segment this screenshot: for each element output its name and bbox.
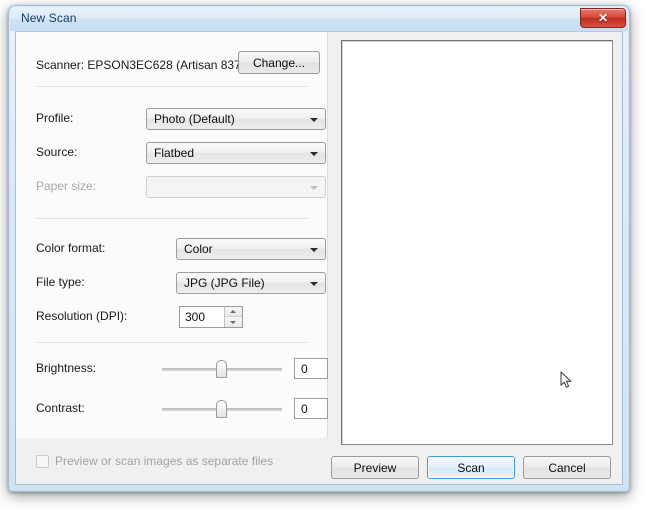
color-format-combobox[interactable]: Color	[176, 238, 326, 260]
mouse-cursor-icon	[560, 371, 572, 388]
separator-3	[36, 342, 308, 343]
resolution-value: 300	[185, 310, 206, 324]
paper-size-label: Paper size:	[36, 179, 97, 193]
file-type-label: File type:	[36, 275, 85, 289]
preview-button[interactable]: Preview	[331, 456, 419, 479]
scanner-label: Scanner: EPSON3EC628 (Artisan 837)	[36, 58, 245, 72]
contrast-label: Contrast:	[36, 401, 85, 415]
source-combobox[interactable]: Flatbed	[146, 142, 326, 164]
window-inner-frame: New Scan ✕ Scanner: EPSON3EC628 (Artisan…	[10, 7, 628, 490]
brightness-value-field[interactable]: 0	[294, 358, 328, 379]
source-value: Flatbed	[154, 146, 195, 160]
color-format-value: Color	[184, 242, 213, 256]
brightness-row: Brightness: 0	[16, 358, 328, 380]
resolution-spin-buttons	[224, 307, 242, 327]
brightness-value: 0	[301, 362, 308, 376]
source-label: Source:	[36, 145, 78, 159]
file-type-row: File type: JPG (JPG File)	[16, 272, 328, 294]
dialog-client-area: Scanner: EPSON3EC628 (Artisan 837) Chang…	[15, 31, 623, 485]
scan-preview-pane[interactable]	[341, 40, 613, 445]
resolution-increment-button[interactable]	[225, 307, 242, 317]
contrast-row: Contrast: 0	[16, 398, 328, 420]
new-scan-dialog-window: New Scan ✕ Scanner: EPSON3EC628 (Artisan…	[8, 5, 630, 492]
resolution-stepper[interactable]: 300	[179, 306, 243, 328]
paper-size-row: Paper size:	[16, 176, 328, 198]
chevron-down-icon	[310, 118, 318, 122]
separator-1	[36, 86, 308, 87]
profile-label: Profile:	[36, 111, 74, 125]
profile-combobox[interactable]: Photo (Default)	[146, 108, 326, 130]
color-format-row: Color format: Color	[16, 238, 328, 260]
title-bar[interactable]: New Scan ✕	[10, 7, 628, 31]
source-row: Source: Flatbed	[16, 142, 328, 164]
resolution-label: Resolution (DPI):	[36, 309, 128, 323]
scan-settings-panel: Scanner: EPSON3EC628 (Artisan 837) Chang…	[16, 32, 328, 438]
color-format-label: Color format:	[36, 241, 106, 255]
contrast-slider-thumb[interactable]	[216, 400, 227, 418]
caret-up-icon	[230, 310, 236, 313]
change-scanner-button[interactable]: Change...	[238, 51, 320, 74]
resolution-row: Resolution (DPI): 300	[16, 306, 328, 328]
contrast-value: 0	[301, 402, 308, 416]
file-type-value: JPG (JPG File)	[184, 276, 265, 290]
close-button[interactable]: ✕	[580, 8, 626, 28]
brightness-slider-thumb[interactable]	[216, 360, 227, 378]
chevron-down-icon	[310, 186, 318, 190]
file-type-combobox[interactable]: JPG (JPG File)	[176, 272, 326, 294]
brightness-slider[interactable]	[162, 358, 282, 380]
brightness-label: Brightness:	[36, 361, 97, 375]
window-title: New Scan	[21, 11, 77, 25]
separate-files-label: Preview or scan images as separate files	[55, 454, 274, 468]
contrast-value-field[interactable]: 0	[294, 398, 328, 419]
scan-button[interactable]: Scan	[427, 456, 515, 479]
paper-size-combobox	[146, 176, 326, 198]
profile-row: Profile: Photo (Default)	[16, 108, 328, 130]
contrast-slider[interactable]	[162, 398, 282, 420]
chevron-down-icon	[310, 282, 318, 286]
chevron-down-icon	[310, 248, 318, 252]
profile-value: Photo (Default)	[154, 112, 235, 126]
separate-files-checkbox[interactable]	[36, 455, 49, 468]
caret-down-icon	[230, 321, 236, 324]
chevron-down-icon	[310, 152, 318, 156]
resolution-decrement-button[interactable]	[225, 317, 242, 327]
close-icon: ✕	[597, 11, 609, 25]
separator-2	[36, 218, 308, 219]
cancel-button[interactable]: Cancel	[523, 456, 611, 479]
